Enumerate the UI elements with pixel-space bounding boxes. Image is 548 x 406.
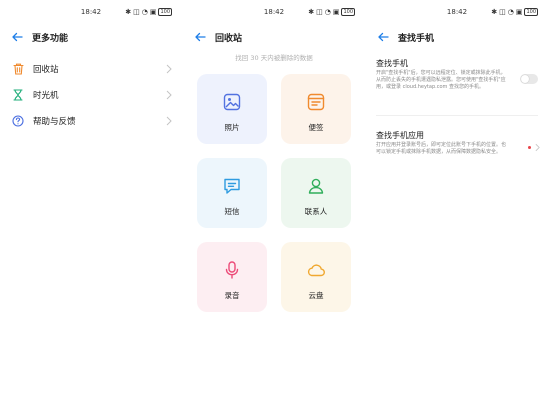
chevron-right-icon <box>166 116 172 126</box>
find-phone-app-title: 查找手机应用 <box>376 131 424 140</box>
menu-item-time-machine[interactable]: 时光机 <box>0 82 182 108</box>
title-bar: 回收站 <box>183 22 365 52</box>
help-icon <box>12 115 24 127</box>
bluetooth-icon: ✱ <box>491 8 498 16</box>
toggle-knob <box>521 75 529 83</box>
find-phone-title: 查找手机 <box>376 59 408 68</box>
tile-recordings[interactable]: 录音 <box>197 242 267 312</box>
tile-notes[interactable]: 便签 <box>281 74 351 144</box>
sim-icon: ▣ <box>149 8 157 16</box>
menu-item-help-feedback[interactable]: 帮助与反馈 <box>0 108 182 134</box>
photo-icon <box>223 93 241 111</box>
menu-item-label: 回收站 <box>33 65 59 75</box>
tile-label: 云盘 <box>308 291 324 300</box>
sim-icon: ▣ <box>332 8 340 16</box>
more-features-screen: 18:42 ✱ ◫ ◔ ▣ 100 更多功能 回收站 时光机 帮助与反馈 <box>0 0 182 406</box>
find-phone-toggle[interactable] <box>520 74 538 84</box>
tile-label: 短信 <box>224 207 240 216</box>
vibrate-icon: ◫ <box>133 8 140 16</box>
status-bar: 18:42 ✱ ◫ ◔ ▣ 100 <box>183 0 365 22</box>
tile-label: 照片 <box>224 123 240 132</box>
microphone-icon <box>225 261 239 279</box>
bluetooth-icon: ✱ <box>125 8 132 16</box>
status-icons: ✱ ◫ ◔ ▣ 100 <box>308 8 355 16</box>
menu-item-label: 帮助与反馈 <box>33 117 76 127</box>
vibrate-icon: ◫ <box>316 8 323 16</box>
cloud-icon <box>307 264 325 277</box>
screenshot-root: 18:42 ✱ ◫ ◔ ▣ 100 更多功能 回收站 时光机 帮助与反馈 18:… <box>0 0 548 406</box>
chevron-right-icon <box>166 64 172 74</box>
tile-messages[interactable]: 短信 <box>197 158 267 228</box>
message-icon <box>224 178 240 194</box>
find-phone-screen: 18:42 ✱ ◫ ◔ ▣ 100 查找手机 查找手机 开启"查找手机"后，您可… <box>366 0 548 406</box>
sim-icon: ▣ <box>515 8 523 16</box>
menu-item-recycle-bin[interactable]: 回收站 <box>0 56 182 82</box>
status-bar: 18:42 ✱ ◫ ◔ ▣ 100 <box>0 0 182 22</box>
battery-icon: 100 <box>524 8 538 16</box>
tile-photos[interactable]: 照片 <box>197 74 267 144</box>
trash-icon <box>12 63 24 75</box>
tile-cloud-drive[interactable]: 云盘 <box>281 242 351 312</box>
recycle-bin-screen: 18:42 ✱ ◫ ◔ ▣ 100 回收站 找回 30 天内被删除的数据 照片 … <box>183 0 365 406</box>
recycle-hint-text: 找回 30 天内被删除的数据 <box>235 54 313 62</box>
status-bar: 18:42 ✱ ◫ ◔ ▣ 100 <box>366 0 548 22</box>
wifi-icon: ◔ <box>141 8 148 16</box>
contact-icon <box>308 178 324 194</box>
find-phone-app-description: 打开应用并登录账号后，即可定位此账号下手机的位置。也可以锁定手机或抹除手机数据，… <box>376 142 507 155</box>
wifi-icon: ◔ <box>507 8 514 16</box>
vibrate-icon: ◫ <box>499 8 506 16</box>
chevron-right-icon <box>166 90 172 100</box>
find-phone-description: 开启"查找手机"后，您可以远程定位、锁定或抹除此手机，从而防止丢失的手机遭遇隐私… <box>376 70 506 90</box>
menu-item-label: 时光机 <box>33 91 59 101</box>
hourglass-icon <box>12 89 24 101</box>
tile-label: 联系人 <box>304 207 328 216</box>
status-icons: ✱ ◫ ◔ ▣ 100 <box>491 8 538 16</box>
chevron-right-icon <box>535 143 540 152</box>
notification-dot <box>528 146 531 149</box>
bluetooth-icon: ✱ <box>308 8 315 16</box>
battery-icon: 100 <box>341 8 355 16</box>
back-arrow-icon[interactable] <box>376 30 390 44</box>
page-title: 更多功能 <box>32 33 69 44</box>
tile-label: 录音 <box>224 291 240 300</box>
status-icons: ✱ ◫ ◔ ▣ 100 <box>125 8 172 16</box>
wifi-icon: ◔ <box>324 8 331 16</box>
tile-contacts[interactable]: 联系人 <box>281 158 351 228</box>
back-arrow-icon[interactable] <box>10 30 24 44</box>
back-arrow-icon[interactable] <box>193 30 207 44</box>
tile-label: 便签 <box>308 123 324 132</box>
page-title: 查找手机 <box>398 33 435 44</box>
title-bar: 更多功能 <box>0 22 182 52</box>
page-title: 回收站 <box>215 33 243 44</box>
divider <box>376 115 538 116</box>
battery-icon: 100 <box>158 8 172 16</box>
title-bar: 查找手机 <box>366 22 548 52</box>
notes-icon <box>307 93 325 111</box>
